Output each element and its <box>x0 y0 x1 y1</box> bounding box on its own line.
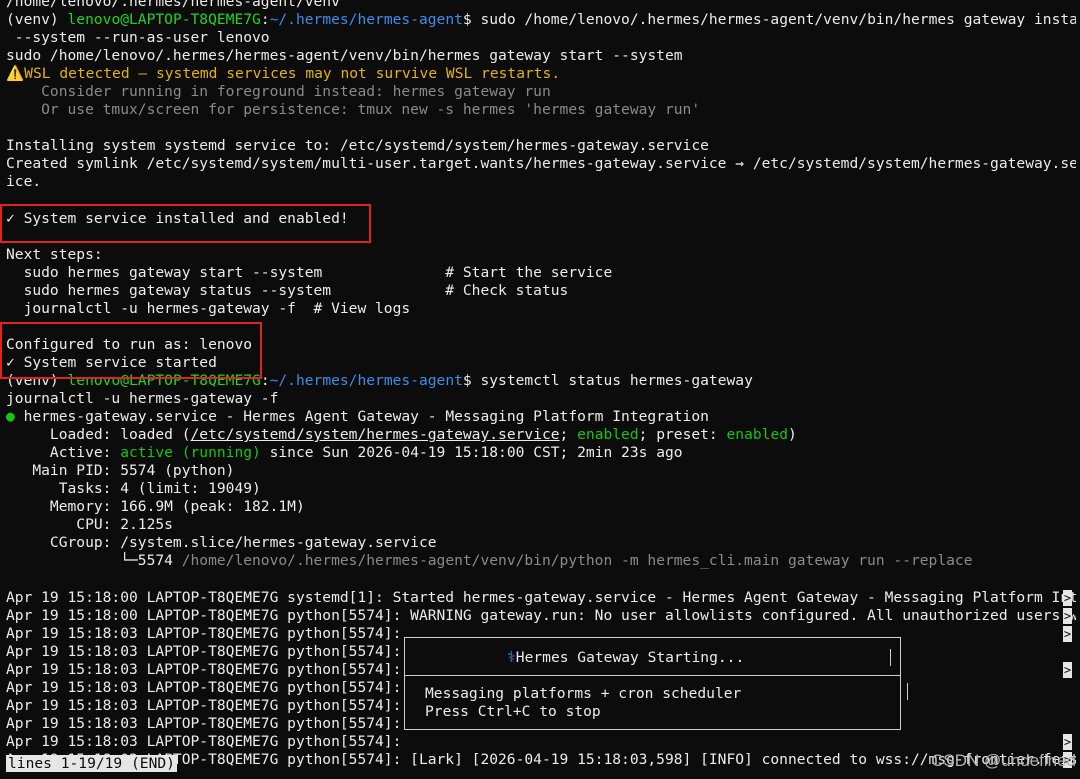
pager-status-bar: lines 1-19/19 (END) <box>6 755 177 772</box>
warning-line: ⚠️WSL detected — systemd services may no… <box>6 65 1076 83</box>
line-text: Apr 19 15:18:03 LAPTOP-T8QEME7G python[5… <box>6 696 402 714</box>
line-text: journalctl -u hermes-gateway -f <box>6 390 279 408</box>
banner-border-fragment <box>900 667 901 675</box>
terminal-line: CPU: 2.125s <box>6 516 1076 534</box>
line-text: /home/lenovo/.hermes/hermes-agent/venv <box>6 0 340 10</box>
caduceus-icon: ⚕ <box>507 649 516 666</box>
line-text: Installing system systemd service to: /e… <box>6 137 709 155</box>
line-text: Next steps: <box>6 245 103 263</box>
active-state: active (running) <box>120 444 261 462</box>
prompt-colon: : <box>260 11 270 29</box>
terminal-line: Created symlink /etc/systemd/system/mult… <box>6 155 1076 173</box>
unit-file-link[interactable]: /etc/systemd/system/hermes-gateway.servi… <box>191 426 560 443</box>
line-text: ; <box>559 426 578 444</box>
terminal-line: --system --run-as-user lenovo <box>6 29 1076 47</box>
enabled-state: enabled <box>577 426 639 444</box>
terminal-line: CGroup: /system.slice/hermes-gateway.ser… <box>6 534 1076 552</box>
line-text: sudo hermes gateway status --system # Ch… <box>6 281 569 299</box>
terminal-line: sudo hermes gateway start --system # Sta… <box>6 264 1076 282</box>
gateway-banner-box: ⚕Hermes Gateway Starting... Messaging pl… <box>404 637 908 730</box>
terminal-line: Tasks: 4 (limit: 19049) <box>6 480 1076 498</box>
line-text: since Sun 2026-04-19 15:18:00 CST; 2min … <box>260 444 683 462</box>
prompt-colon: : <box>260 371 270 389</box>
terminal-line: sudo /home/lenovo/.hermes/hermes-agent/v… <box>6 47 1076 65</box>
service-header-line: ● hermes-gateway.service - Hermes Agent … <box>6 408 1076 426</box>
prompt-path: ~/.hermes/hermes-agent <box>269 371 463 389</box>
banner-line: Messaging platforms + cron scheduler <box>425 685 742 702</box>
banner-line: Press Ctrl+C to stop <box>425 703 601 720</box>
preset-state: enabled <box>726 426 789 444</box>
hint-line: Consider running in foreground instead: … <box>6 83 1076 101</box>
command-text: $ systemctl status hermes-gateway <box>462 371 753 389</box>
terminal-line: Main PID: 5574 (python) <box>6 462 1076 480</box>
terminal-line: ice. <box>6 173 1076 191</box>
line-text: Loaded: loaded ( <box>6 426 191 444</box>
line-text: journalctl -u hermes-gateway -f # View l… <box>6 299 411 317</box>
line-text: Apr 19 15:18:03 LAPTOP-T8QEME7G python[5… <box>6 678 402 696</box>
tree-branch: └─5574 <box>6 552 182 570</box>
line-text: CPU: 2.125s <box>6 516 173 534</box>
overflow-marker: > <box>1063 661 1072 678</box>
terminal-line: Next steps: <box>6 246 1076 264</box>
prompt-path: ~/.hermes/hermes-agent <box>269 11 463 29</box>
line-text: Active: <box>6 444 121 462</box>
log-line: Apr 19 15:18:03 LAPTOP-T8QEME7G python[5… <box>6 733 1076 751</box>
line-text: Memory: 166.9M (peak: 182.1M) <box>6 498 305 516</box>
overflow-marker: > <box>1063 607 1072 624</box>
line-text: ) <box>788 426 797 444</box>
terminal-line: journalctl -u hermes-gateway -f # View l… <box>6 300 1076 318</box>
line-text: ice. <box>6 173 42 191</box>
banner-divider <box>405 675 900 676</box>
terminal-line: journalctl -u hermes-gateway -f <box>6 390 1076 408</box>
active-line: Active: active (running) since Sun 2026-… <box>6 444 1076 462</box>
terminal-line: sudo hermes gateway status --system # Ch… <box>6 282 1076 300</box>
line-text: Apr 19 15:18:03 LAPTOP-T8QEME7G python[5… <box>6 642 402 660</box>
line-text: Consider running in foreground instead: … <box>6 83 551 101</box>
venv-indicator: (venv) <box>6 11 68 29</box>
line-text: Apr 19 15:18:03 LAPTOP-T8QEME7G python[5… <box>6 624 402 642</box>
line-text: Main PID: 5574 (python) <box>6 462 235 480</box>
terminal-line: Installing system systemd service to: /e… <box>6 137 1076 155</box>
line-text: ; preset: <box>638 426 727 444</box>
warning-icon: ⚠️ <box>6 65 25 83</box>
line-text: Apr 19 15:18:00 LAPTOP-T8QEME7G systemd[… <box>6 588 1076 606</box>
terminal-line: /home/lenovo/.hermes/hermes-agent/venv <box>6 0 1076 11</box>
line-text: CGroup: /system.slice/hermes-gateway.ser… <box>6 534 437 552</box>
loaded-line: Loaded: loaded (/etc/systemd/system/herm… <box>6 426 1076 444</box>
line-text: --system --run-as-user lenovo <box>6 29 270 47</box>
banner-title: ⚕Hermes Gateway Starting... <box>507 649 744 666</box>
hint-line: Or use tmux/screen for persistence: tmux… <box>6 101 1076 119</box>
cgroup-process-line: └─5574 /home/lenovo/.hermes/hermes-agent… <box>6 552 1076 570</box>
overflow-marker: > <box>1063 625 1072 642</box>
warning-text: WSL detected — systemd services may not … <box>24 65 561 83</box>
banner-border-fragment <box>907 683 908 700</box>
terminal-line: Memory: 166.9M (peak: 182.1M) <box>6 498 1076 516</box>
line-text: Created symlink /etc/systemd/system/mult… <box>6 155 1076 173</box>
line-text: Or use tmux/screen for persistence: tmux… <box>6 101 701 119</box>
overflow-marker: > <box>1063 589 1072 606</box>
banner-title-text: Hermes Gateway Starting... <box>515 649 745 666</box>
overflow-marker: > <box>1063 733 1072 750</box>
log-line: Apr 19 15:18:00 LAPTOP-T8QEME7G python[5… <box>6 607 1076 625</box>
line-text: Apr 19 15:18:03 LAPTOP-T8QEME7G python[5… <box>6 732 402 750</box>
prompt-user-host: lenovo@LAPTOP-T8QEME7G <box>67 11 261 29</box>
line-text: sudo hermes gateway start --system # Sta… <box>6 263 613 281</box>
prompt-line: (venv) lenovo@LAPTOP-T8QEME7G:~/.hermes/… <box>6 11 1076 29</box>
line-text: hermes-gateway.service - Hermes Agent Ga… <box>14 408 709 426</box>
banner-border-fragment <box>890 649 891 666</box>
process-command: /home/lenovo/.hermes/hermes-agent/venv/b… <box>181 552 973 570</box>
highlight-box-started <box>0 322 262 379</box>
line-text: Apr 19 15:18:00 LAPTOP-T8QEME7G python[5… <box>6 606 1076 624</box>
line-text: Apr 19 15:18:03 LAPTOP-T8QEME7G python[5… <box>6 660 402 678</box>
line-text: Apr 19 15:18:03 LAPTOP-T8QEME7G python[5… <box>6 714 402 732</box>
watermark: CSDN @undefined <box>931 751 1076 770</box>
highlight-box-installed <box>0 204 371 243</box>
line-text: sudo /home/lenovo/.hermes/hermes-agent/v… <box>6 47 683 65</box>
command-text: $ sudo /home/lenovo/.hermes/hermes-agent… <box>462 11 1076 29</box>
line-text: Tasks: 4 (limit: 19049) <box>6 480 261 498</box>
status-dot-icon: ● <box>6 408 15 426</box>
log-line: Apr 19 15:18:00 LAPTOP-T8QEME7G systemd[… <box>6 589 1076 607</box>
